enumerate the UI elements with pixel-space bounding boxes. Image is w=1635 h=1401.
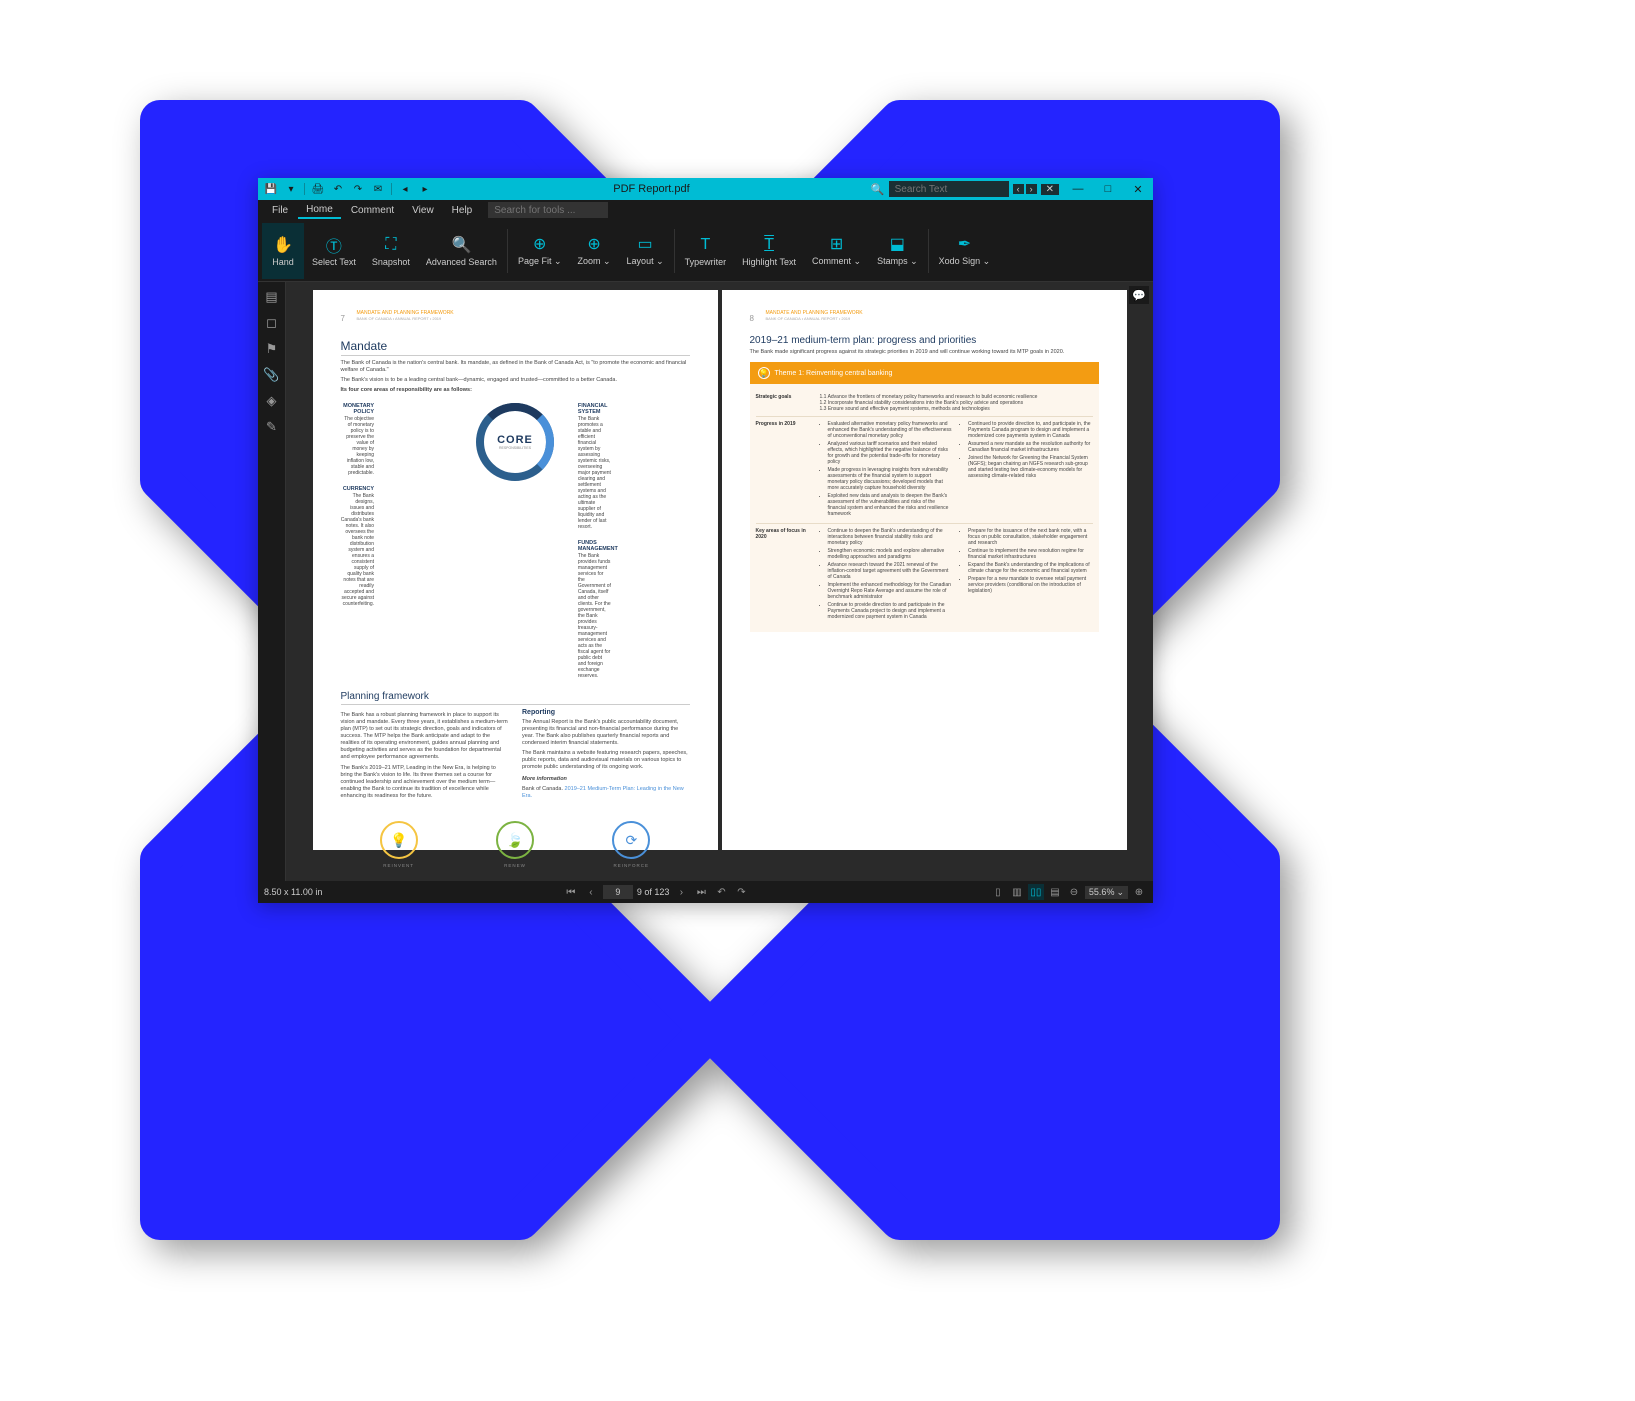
- titlebar-dropdown-icon[interactable]: ▾: [284, 182, 298, 196]
- theme-banner: 💡 Theme 1: Reinventing central banking: [750, 362, 1099, 384]
- nav-forward-button[interactable]: ↷: [733, 884, 749, 900]
- titlebar-next-icon[interactable]: ▸: [418, 182, 432, 196]
- typewriter-button[interactable]: TTypewriter: [677, 223, 735, 279]
- lightbulb-icon: 💡: [758, 367, 770, 379]
- app-window: 💾 ▾ 🖨 ↶ ↷ ✉ ◂ ▸ PDF Report.pdf 🔍 ‹ › ✕ —…: [258, 178, 1153, 903]
- titlebar: 💾 ▾ 🖨 ↶ ↷ ✉ ◂ ▸ PDF Report.pdf 🔍 ‹ › ✕ —…: [258, 178, 1153, 200]
- search-doc-icon: 🔍: [451, 235, 471, 255]
- menu-help[interactable]: Help: [444, 203, 481, 218]
- save-icon[interactable]: 💾: [264, 182, 278, 196]
- reinforce-icon: ⟳: [612, 821, 650, 859]
- redo-icon[interactable]: ↷: [351, 182, 365, 196]
- snapshot-button[interactable]: ⛶Snapshot: [364, 223, 418, 279]
- pdf-viewer[interactable]: 💬 7 MANDATE AND PLANNING FRAMEWORK BANK …: [286, 282, 1153, 881]
- first-page-button[interactable]: ⏮: [563, 884, 579, 900]
- typewriter-icon: T: [695, 235, 715, 255]
- pdf-page-left: 7 MANDATE AND PLANNING FRAMEWORK BANK OF…: [313, 290, 718, 850]
- stamps-button[interactable]: ⬓Stamps ⌄: [869, 223, 926, 279]
- nav-back-button[interactable]: ↶: [713, 884, 729, 900]
- statusbar: 8.50 x 11.00 in ⏮ ‹ 9 of 123 › ⏭ ↶ ↷ ▯ ▥…: [258, 881, 1153, 903]
- print-icon[interactable]: 🖨: [311, 182, 325, 196]
- zoom-level-dropdown[interactable]: 55.6%⌄: [1085, 886, 1128, 899]
- search-prev-button[interactable]: ‹: [1013, 184, 1024, 194]
- menu-home[interactable]: Home: [298, 202, 341, 219]
- comment-icon: ⊞: [827, 234, 847, 254]
- layout-facing-button[interactable]: ▯▯: [1028, 884, 1044, 900]
- xodo-sign-button[interactable]: ✒Xodo Sign ⌄: [931, 223, 999, 279]
- document-title: PDF Report.pdf: [432, 183, 871, 195]
- sign-icon: ✒: [954, 234, 974, 254]
- renew-icon: 🍃: [496, 821, 534, 859]
- page-heading: Mandate: [341, 339, 690, 356]
- comment-button[interactable]: ⊞Comment ⌄: [804, 223, 869, 279]
- last-page-button[interactable]: ⏭: [693, 884, 709, 900]
- ribbon: ✋Hand ⓉSelect Text ⛶Snapshot 🔍Advanced S…: [258, 220, 1153, 282]
- text-cursor-icon: Ⓣ: [324, 235, 344, 255]
- reinvent-icon: 💡: [380, 821, 418, 859]
- search-next-button[interactable]: ›: [1026, 184, 1037, 194]
- layout-icon: ▭: [635, 234, 655, 254]
- page-dimensions: 8.50 x 11.00 in: [264, 887, 322, 897]
- layout-single-button[interactable]: ▯: [990, 884, 1006, 900]
- minimize-button[interactable]: —: [1063, 178, 1093, 200]
- pdf-page-right: 8 MANDATE AND PLANNING FRAMEWORK BANK OF…: [722, 290, 1127, 850]
- flag-panel-icon[interactable]: ⚑: [263, 340, 281, 358]
- close-button[interactable]: ✕: [1123, 178, 1153, 200]
- outline-panel-icon[interactable]: ▤: [263, 288, 281, 306]
- signature-panel-icon[interactable]: ✎: [263, 418, 281, 436]
- layers-panel-icon[interactable]: ◈: [263, 392, 281, 410]
- menu-comment[interactable]: Comment: [343, 203, 402, 218]
- left-panel: ▤ ◻ ⚑ 📎 ◈ ✎: [258, 282, 286, 881]
- search-text-input[interactable]: [889, 181, 1009, 197]
- attachment-panel-icon[interactable]: 📎: [263, 366, 281, 384]
- hand-icon: ✋: [273, 235, 293, 255]
- titlebar-prev-icon[interactable]: ◂: [398, 182, 412, 196]
- fit-icon: ⊕: [530, 234, 550, 254]
- page-fit-button[interactable]: ⊕Page Fit ⌄: [510, 223, 570, 279]
- zoom-button[interactable]: ⊕Zoom ⌄: [570, 223, 619, 279]
- highlight-icon: T: [759, 235, 779, 255]
- zoom-icon: ⊕: [584, 234, 604, 254]
- zoom-out-button[interactable]: ⊖: [1066, 884, 1082, 900]
- select-text-button[interactable]: ⓉSelect Text: [304, 223, 364, 279]
- email-icon[interactable]: ✉: [371, 182, 385, 196]
- zoom-in-button[interactable]: ⊕: [1131, 884, 1147, 900]
- undo-icon[interactable]: ↶: [331, 182, 345, 196]
- comments-sidebar-toggle[interactable]: 💬: [1129, 286, 1149, 304]
- prev-page-button[interactable]: ‹: [583, 884, 599, 900]
- layout-button[interactable]: ▭Layout ⌄: [619, 223, 672, 279]
- menubar: File Home Comment View Help: [258, 200, 1153, 220]
- stamp-icon: ⬓: [887, 234, 907, 254]
- menu-view[interactable]: View: [404, 203, 442, 218]
- layout-continuous-button[interactable]: ▥: [1009, 884, 1025, 900]
- advanced-search-button[interactable]: 🔍Advanced Search: [418, 223, 505, 279]
- search-icon: 🔍: [871, 183, 885, 196]
- page-total-label: 9 of 123: [637, 887, 670, 897]
- highlight-button[interactable]: THighlight Text: [734, 223, 804, 279]
- bookmark-panel-icon[interactable]: ◻: [263, 314, 281, 332]
- menu-file[interactable]: File: [264, 203, 296, 218]
- maximize-button[interactable]: □: [1093, 178, 1123, 200]
- next-page-button[interactable]: ›: [673, 884, 689, 900]
- camera-icon: ⛶: [381, 235, 401, 255]
- page-number-input[interactable]: [603, 885, 633, 899]
- tools-search-input[interactable]: [488, 202, 608, 218]
- layout-book-button[interactable]: ▤: [1047, 884, 1063, 900]
- search-close-button[interactable]: ✕: [1041, 184, 1059, 195]
- core-diagram: CORE RESPONSIBILITIES: [476, 403, 554, 481]
- hand-tool-button[interactable]: ✋Hand: [262, 223, 304, 279]
